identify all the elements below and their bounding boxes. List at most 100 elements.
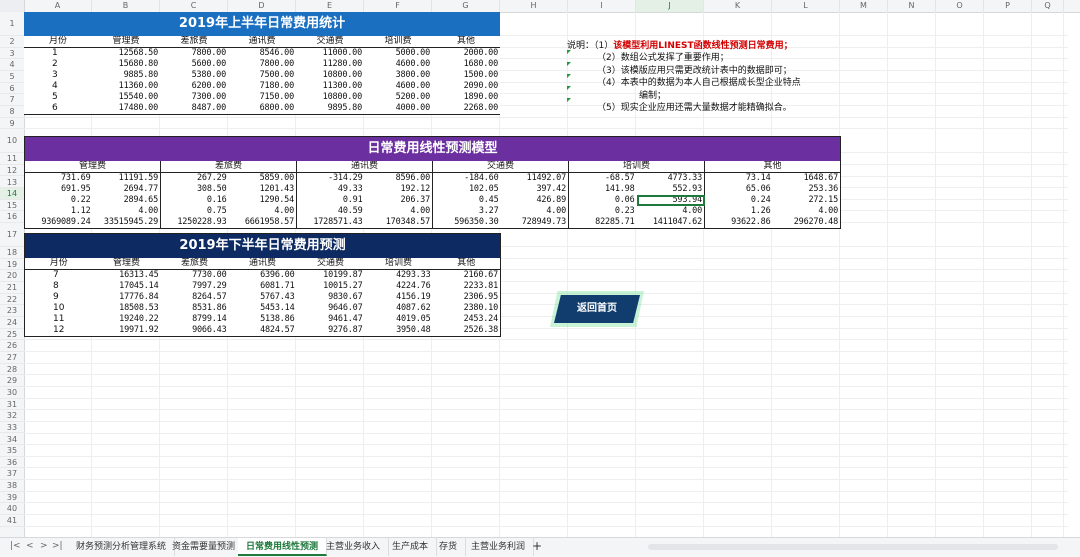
row-header-7[interactable]: 7 xyxy=(0,94,24,106)
table-cell[interactable]: 170348.57 xyxy=(365,217,433,229)
table-cell[interactable]: 4000.00 xyxy=(364,103,432,115)
table-cell[interactable]: 12568.50 xyxy=(92,48,160,60)
table-cell[interactable]: 49.33 xyxy=(296,184,365,195)
table-cell[interactable]: 4600.00 xyxy=(364,81,432,92)
add-sheet-button[interactable]: + xyxy=(532,539,542,553)
table-cell[interactable]: 7800.00 xyxy=(160,48,228,60)
table-cell[interactable]: 2000.00 xyxy=(432,48,500,60)
table-cell[interactable]: 4156.19 xyxy=(365,292,433,303)
table-cell[interactable]: 2 xyxy=(24,59,92,70)
table-cell[interactable]: 18508.53 xyxy=(93,303,161,314)
table-cell[interactable]: 0.75 xyxy=(160,206,229,217)
table-cell[interactable]: 1411047.62 xyxy=(637,217,705,229)
table-cell[interactable]: 552.93 xyxy=(637,184,705,195)
table-cell[interactable]: 2268.00 xyxy=(432,103,500,115)
column-header-f[interactable]: F xyxy=(364,0,432,12)
next-sheet-icon[interactable]: > xyxy=(40,541,48,551)
table-cell[interactable]: 10015.27 xyxy=(297,281,365,292)
row-header-37[interactable]: 37 xyxy=(0,468,24,481)
row-header-24[interactable]: 24 xyxy=(0,317,24,329)
table-cell[interactable]: 4.00 xyxy=(93,206,161,217)
row-header-4[interactable]: 4 xyxy=(0,59,24,71)
table-cell[interactable]: 11 xyxy=(25,314,93,325)
row-header-20[interactable]: 20 xyxy=(0,270,24,283)
table-cell[interactable]: 4 xyxy=(24,81,92,92)
table-cell[interactable]: 253.36 xyxy=(773,184,841,195)
row-header-10[interactable]: 10 xyxy=(0,129,24,154)
column-header-h[interactable]: H xyxy=(500,0,568,12)
table-cell[interactable]: 7997.29 xyxy=(161,281,229,292)
column-header-a[interactable]: A xyxy=(24,0,92,12)
table-cell[interactable]: 2694.77 xyxy=(93,184,161,195)
column-header-c[interactable]: C xyxy=(160,0,228,12)
table-cell[interactable]: 4.00 xyxy=(229,206,297,217)
row-header-41[interactable]: 41 xyxy=(0,515,24,527)
table-cell[interactable]: 141.98 xyxy=(568,184,637,195)
table-cell[interactable]: 17776.84 xyxy=(93,292,161,303)
row-header-17[interactable]: 17 xyxy=(0,223,24,248)
sheet-tab[interactable]: 主营业务利润 xyxy=(463,538,535,556)
row-header-26[interactable]: 26 xyxy=(0,340,24,352)
table-cell[interactable]: 9066.43 xyxy=(160,325,229,337)
column-header-m[interactable]: M xyxy=(840,0,888,12)
row-header-35[interactable]: 35 xyxy=(0,445,24,457)
column-header-j[interactable]: J xyxy=(636,0,704,12)
column-header-i[interactable]: I xyxy=(568,0,636,12)
row-header-28[interactable]: 28 xyxy=(0,364,24,376)
table-cell[interactable]: 1.26 xyxy=(704,206,773,217)
table-cell[interactable]: 4.00 xyxy=(365,206,433,217)
row-header-1[interactable]: 1 xyxy=(0,12,24,36)
table-cell[interactable]: 82285.71 xyxy=(568,217,637,229)
table-cell[interactable]: 5600.00 xyxy=(160,59,228,70)
column-header-b[interactable]: B xyxy=(92,0,160,12)
row-header-6[interactable]: 6 xyxy=(0,83,24,95)
table-cell[interactable]: 9461.47 xyxy=(297,314,365,325)
table-cell[interactable]: 1201.43 xyxy=(229,184,297,195)
table-cell[interactable]: 10199.87 xyxy=(297,270,365,282)
table-cell[interactable]: 596350.30 xyxy=(432,217,501,229)
row-header-11[interactable]: 11 xyxy=(0,153,24,165)
table-cell[interactable]: 5 xyxy=(24,92,92,103)
table-cell[interactable]: 2526.38 xyxy=(432,325,501,337)
table-cell[interactable]: -68.57 xyxy=(568,172,637,184)
table-cell[interactable]: 0.16 xyxy=(160,195,229,206)
table-cell[interactable]: 4773.33 xyxy=(637,173,705,185)
row-header-15[interactable]: 15 xyxy=(0,200,24,212)
table-cell[interactable]: 11191.59 xyxy=(93,173,161,185)
table-cell[interactable]: 6800.00 xyxy=(228,103,296,115)
table-cell[interactable]: 4087.62 xyxy=(365,303,433,314)
row-header-36[interactable]: 36 xyxy=(0,457,24,469)
table-cell[interactable]: 8596.00 xyxy=(365,173,433,185)
table-cell[interactable]: 0.91 xyxy=(296,195,365,206)
table-cell[interactable]: 3.27 xyxy=(432,206,501,217)
table-cell[interactable]: 4293.33 xyxy=(365,270,433,282)
table-cell[interactable]: 0.22 xyxy=(25,195,93,206)
table-cell[interactable]: 9369089.24 xyxy=(25,217,93,229)
table-cell[interactable]: 8487.00 xyxy=(160,103,228,115)
table-cell[interactable]: 5000.00 xyxy=(364,48,432,60)
row-header-40[interactable]: 40 xyxy=(0,503,24,516)
table-cell[interactable]: 9 xyxy=(25,292,93,303)
row-header-21[interactable]: 21 xyxy=(0,282,24,294)
table-cell[interactable]: 308.50 xyxy=(160,184,229,195)
table-cell[interactable]: 11492.07 xyxy=(501,173,569,185)
table-cell[interactable]: 1890.00 xyxy=(432,92,500,103)
table-cell[interactable]: 1.12 xyxy=(25,206,93,217)
table-cell[interactable]: 6200.00 xyxy=(160,81,228,92)
table-cell[interactable]: 1728571.43 xyxy=(296,217,365,229)
table-cell[interactable]: 6396.00 xyxy=(229,270,297,282)
table-cell[interactable]: 0.23 xyxy=(568,206,637,217)
table-cell[interactable]: 6 xyxy=(24,103,92,115)
table-cell[interactable]: 0.06 xyxy=(568,195,637,206)
column-header-p[interactable]: P xyxy=(984,0,1032,12)
table-cell[interactable]: 33515945.29 xyxy=(93,217,161,229)
table-cell[interactable]: 1250228.93 xyxy=(160,217,229,229)
table-cell[interactable]: 19971.92 xyxy=(92,325,161,337)
sheet-tab[interactable]: 生产成本 xyxy=(384,538,438,556)
row-header-19[interactable]: 19 xyxy=(0,259,24,271)
last-sheet-icon[interactable]: >| xyxy=(52,541,63,551)
table-cell[interactable]: 4.00 xyxy=(637,206,705,217)
row-header-18[interactable]: 18 xyxy=(0,247,24,259)
table-cell[interactable]: 7730.00 xyxy=(161,270,229,282)
row-header-33[interactable]: 33 xyxy=(0,422,24,434)
